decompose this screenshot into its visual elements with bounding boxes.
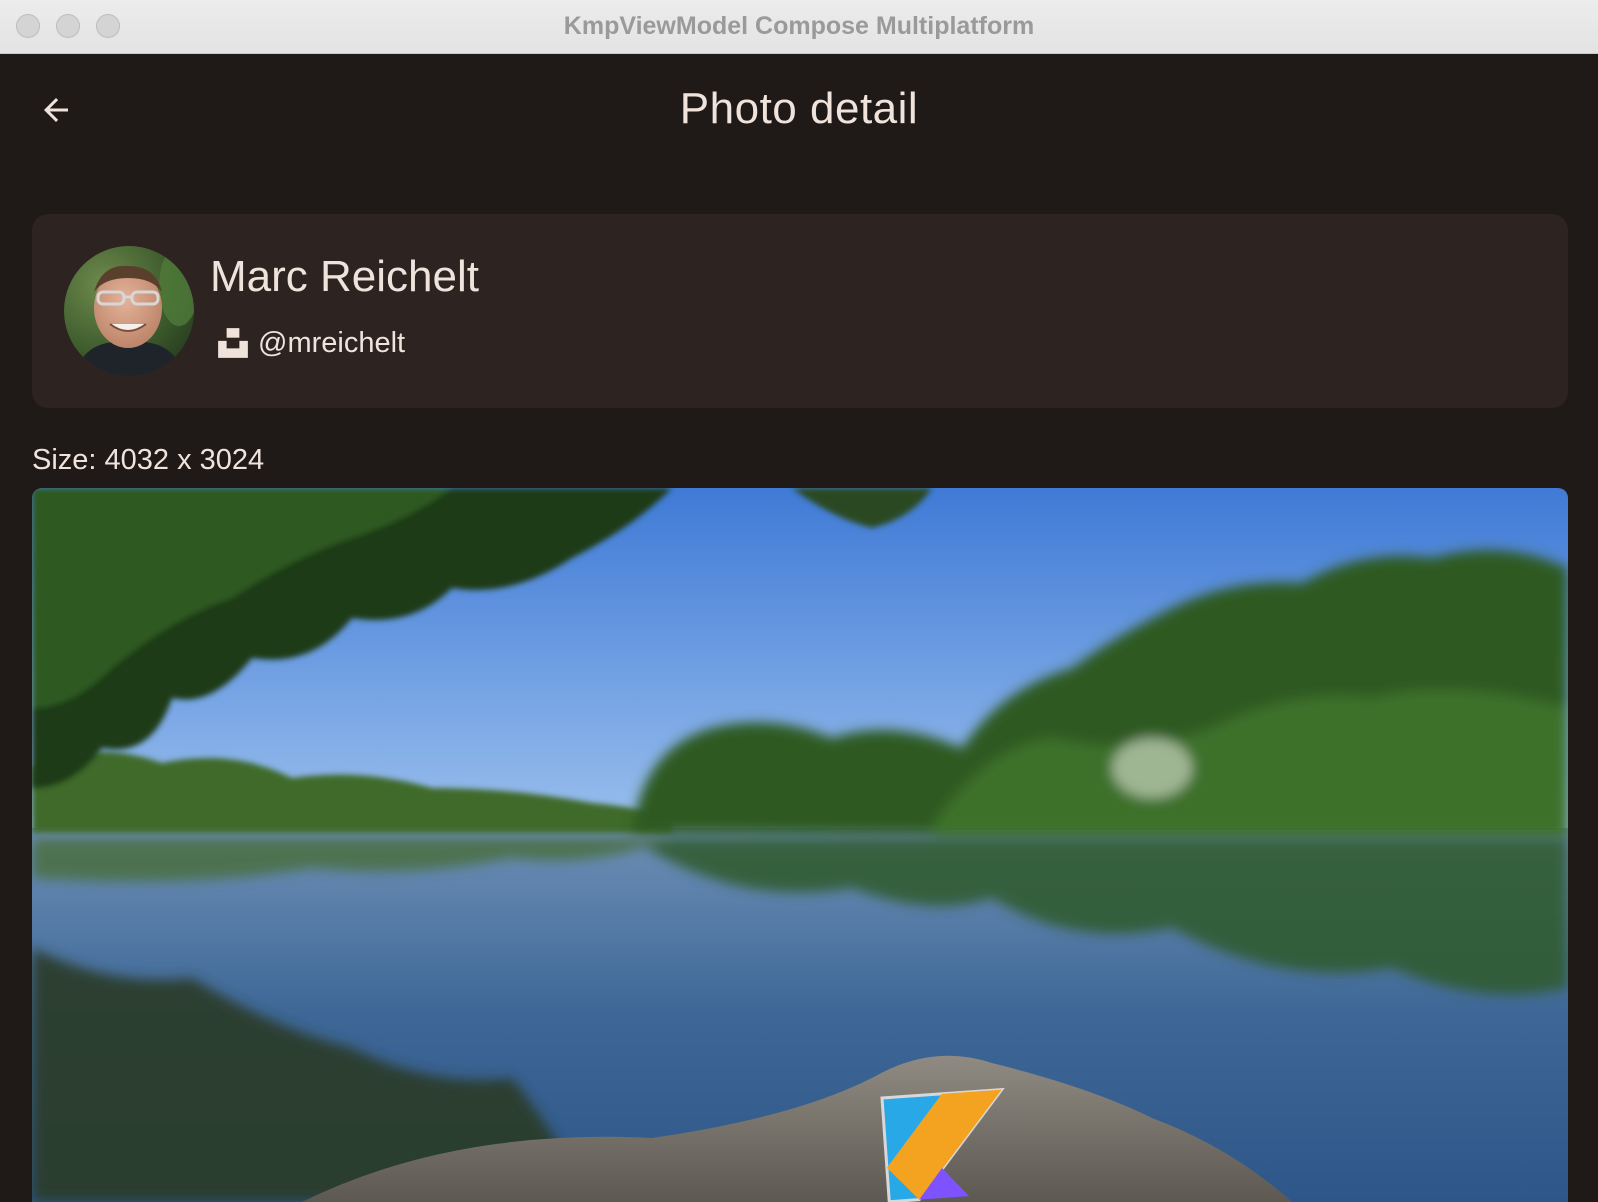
- author-name: Marc Reichelt: [210, 252, 479, 301]
- page-title: Photo detail: [679, 84, 919, 133]
- app-window: KmpViewModel Compose Multiplatform Photo…: [0, 0, 1598, 1202]
- title-bar: KmpViewModel Compose Multiplatform: [0, 0, 1598, 54]
- author-handle-row[interactable]: @mreichelt: [216, 326, 405, 360]
- unsplash-icon: [218, 328, 248, 358]
- author-handle: @mreichelt: [258, 326, 406, 359]
- avatar: [64, 246, 194, 376]
- author-card[interactable]: Marc Reichelt @mreichelt: [32, 214, 1568, 408]
- window-title: KmpViewModel Compose Multiplatform: [563, 12, 1035, 40]
- top-app-bar: Photo detail: [0, 54, 1598, 182]
- photo-size-label: Size: 4032 x 3024: [32, 444, 265, 476]
- photo-image[interactable]: [32, 488, 1568, 1202]
